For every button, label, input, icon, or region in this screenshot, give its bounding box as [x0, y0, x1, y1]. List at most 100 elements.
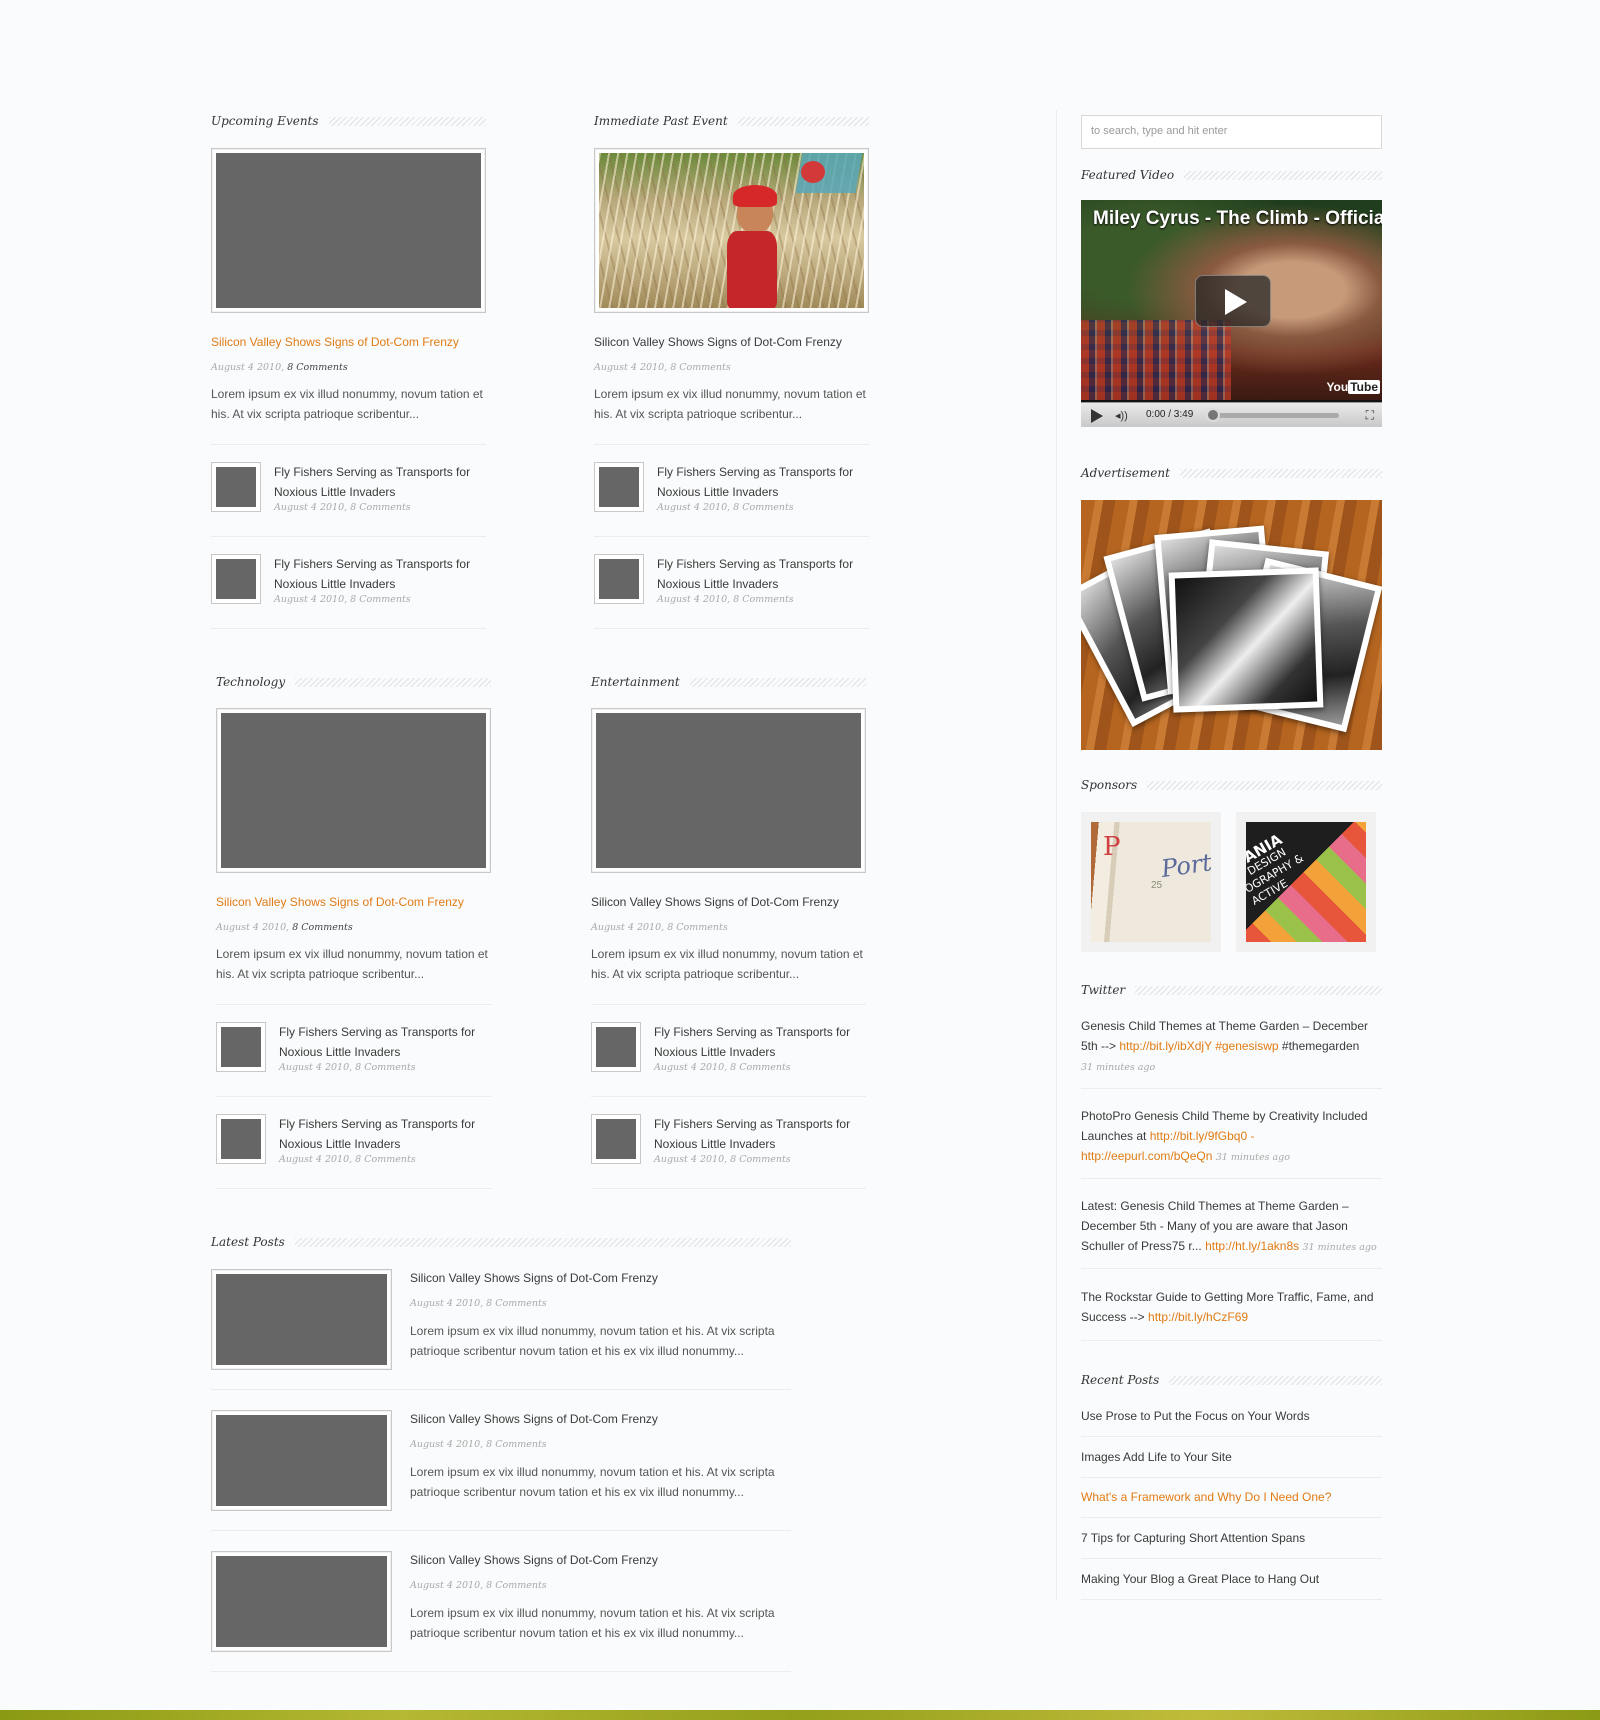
list-item[interactable]: Fly Fishers Serving as Transports for No…	[594, 554, 869, 610]
tweet: Latest: Genesis Child Themes at Theme Ga…	[1081, 1199, 1377, 1253]
latest-post-title[interactable]: Silicon Valley Shows Signs of Dot-Com Fr…	[410, 1411, 658, 1427]
latest-post-image-placeholder[interactable]	[211, 1551, 392, 1652]
section-heading-sponsors: Sponsors	[1081, 776, 1382, 794]
tweet: Genesis Child Themes at Theme Garden – D…	[1081, 1019, 1369, 1073]
latest-post-image-placeholder[interactable]	[211, 1410, 392, 1511]
recent-post-link[interactable]: Use Prose to Put the Focus on Your Words	[1081, 1409, 1382, 1423]
divider	[594, 444, 869, 445]
post-title-link[interactable]: Silicon Valley Shows Signs of Dot-Com Fr…	[594, 334, 842, 350]
divider	[211, 1389, 791, 1390]
divider	[211, 1671, 791, 1672]
post-meta: August 4 2010, 8 Comments	[594, 362, 731, 373]
child-in-grass-photo	[599, 153, 864, 308]
post-title-link[interactable]: Silicon Valley Shows Signs of Dot-Com Fr…	[211, 334, 459, 350]
play-icon[interactable]	[1091, 409, 1103, 423]
footer-band	[0, 1710, 1600, 1720]
divider	[591, 1004, 866, 1005]
post-excerpt: Lorem ipsum ex vix illud nonummy, novum …	[594, 387, 866, 421]
list-item[interactable]: Fly Fishers Serving as Transports for No…	[211, 462, 486, 518]
divider	[211, 536, 486, 537]
category-image-placeholder[interactable]	[591, 708, 866, 873]
divider	[591, 1096, 866, 1097]
list-item[interactable]: Fly Fishers Serving as Transports for No…	[591, 1114, 866, 1170]
latest-post-title[interactable]: Silicon Valley Shows Signs of Dot-Com Fr…	[410, 1552, 658, 1568]
event-image-placeholder[interactable]	[211, 148, 486, 313]
divider	[591, 1188, 866, 1189]
list-item[interactable]: Fly Fishers Serving as Transports for No…	[594, 462, 869, 518]
section-heading-technology: Technology	[216, 673, 491, 691]
post-meta: August 4 2010, 8 Comments	[591, 922, 728, 933]
event-photo[interactable]	[594, 148, 869, 313]
post-meta: August 4 2010, 8 Comments	[211, 362, 348, 373]
post-excerpt: Lorem ipsum ex vix illud nonummy, novum …	[591, 947, 863, 981]
list-item[interactable]: Fly Fishers Serving as Transports for No…	[216, 1114, 491, 1170]
divider	[1081, 1517, 1382, 1518]
list-item[interactable]: Fly Fishers Serving as Transports for No…	[216, 1022, 491, 1078]
divider	[1081, 1178, 1382, 1179]
divider	[594, 628, 869, 629]
divider	[1081, 1268, 1382, 1269]
list-item[interactable]: Fly Fishers Serving as Transports for No…	[211, 554, 486, 610]
recent-post-link[interactable]: What's a Framework and Why Do I Need One…	[1081, 1490, 1382, 1504]
sponsor-ad-portfolio[interactable]: Portfo 25 P	[1081, 812, 1221, 952]
section-heading-entertainment: Entertainment	[591, 673, 866, 691]
section-heading-upcoming-events: Upcoming Events	[211, 112, 486, 130]
section-heading-latest-posts: Latest Posts	[211, 1233, 791, 1251]
divider	[594, 536, 869, 537]
divider	[216, 1188, 491, 1189]
tweet-link[interactable]: http://bit.ly/ibXdjY #genesiswp	[1119, 1039, 1278, 1053]
section-heading-advertisement: Advertisement	[1081, 464, 1382, 482]
latest-post-excerpt: Lorem ipsum ex vix illud nonummy, novum …	[410, 1465, 775, 1499]
latest-post-title[interactable]: Silicon Valley Shows Signs of Dot-Com Fr…	[410, 1270, 658, 1286]
thumbnail[interactable]	[591, 1114, 641, 1164]
post-excerpt: Lorem ipsum ex vix illud nonummy, novum …	[211, 387, 483, 421]
thumbnail[interactable]	[216, 1114, 266, 1164]
thumbnail[interactable]	[594, 462, 644, 512]
seek-handle[interactable]	[1206, 408, 1220, 422]
latest-post-meta: August 4 2010, 8 Comments	[410, 1439, 547, 1450]
sponsor-ad-design-mania[interactable]: MANIA C DESIGN OGRAPHY & ACTIVE	[1236, 812, 1376, 952]
sidebar-divider	[1056, 110, 1057, 1600]
divider	[1081, 1558, 1382, 1559]
recent-post-link[interactable]: Making Your Blog a Great Place to Hang O…	[1081, 1572, 1382, 1586]
section-heading-twitter: Twitter	[1081, 981, 1382, 999]
divider	[216, 1004, 491, 1005]
video-time: 0:00 / 3:49	[1146, 409, 1194, 420]
divider	[211, 1530, 791, 1531]
post-title-link[interactable]: Silicon Valley Shows Signs of Dot-Com Fr…	[591, 894, 839, 910]
search-input[interactable]: to search, type and hit enter	[1081, 115, 1382, 149]
thumbnail[interactable]	[216, 1022, 266, 1072]
latest-post-excerpt: Lorem ipsum ex vix illud nonummy, novum …	[410, 1324, 775, 1358]
divider	[211, 444, 486, 445]
fullscreen-icon[interactable]: ⛶	[1366, 408, 1374, 423]
post-title-link[interactable]: Silicon Valley Shows Signs of Dot-Com Fr…	[216, 894, 464, 910]
recent-post-link[interactable]: Images Add Life to Your Site	[1081, 1450, 1382, 1464]
latest-post-meta: August 4 2010, 8 Comments	[410, 1580, 547, 1591]
category-image-placeholder[interactable]	[216, 708, 491, 873]
tweet-link[interactable]: http://bit.ly/hCzF69	[1148, 1310, 1248, 1324]
video-title[interactable]: Miley Cyrus - The Climb - Official ...	[1093, 208, 1382, 230]
latest-post-meta: August 4 2010, 8 Comments	[410, 1298, 547, 1309]
tweet-link[interactable]: http://ht.ly/1akn8s	[1205, 1239, 1299, 1253]
thumbnail[interactable]	[211, 462, 261, 512]
play-icon[interactable]	[1195, 275, 1271, 327]
thumbnail[interactable]	[211, 554, 261, 604]
latest-post-image-placeholder[interactable]	[211, 1269, 392, 1370]
section-heading-featured-video: Featured Video	[1081, 166, 1382, 184]
divider	[1081, 1340, 1382, 1341]
volume-icon[interactable]: ◂))	[1115, 409, 1128, 422]
divider	[1081, 1477, 1382, 1478]
advertisement-banner[interactable]	[1081, 500, 1382, 750]
section-heading-recent-posts: Recent Posts	[1081, 1371, 1382, 1389]
divider	[1081, 1088, 1382, 1089]
latest-post-excerpt: Lorem ipsum ex vix illud nonummy, novum …	[410, 1606, 775, 1640]
youtube-logo[interactable]: You Tube	[1326, 380, 1380, 394]
featured-video-player[interactable]: Miley Cyrus - The Climb - Official ... Y…	[1081, 200, 1382, 427]
divider	[216, 1096, 491, 1097]
thumbnail[interactable]	[594, 554, 644, 604]
thumbnail[interactable]	[591, 1022, 641, 1072]
recent-post-link[interactable]: 7 Tips for Capturing Short Attention Spa…	[1081, 1531, 1382, 1545]
list-item[interactable]: Fly Fishers Serving as Transports for No…	[591, 1022, 866, 1078]
seek-bar[interactable]	[1211, 413, 1339, 418]
post-meta: August 4 2010, 8 Comments	[216, 922, 353, 933]
